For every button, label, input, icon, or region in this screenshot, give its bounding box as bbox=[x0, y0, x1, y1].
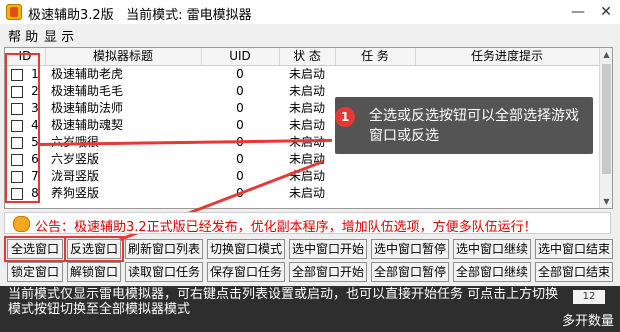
row-status: 未启动 bbox=[288, 186, 325, 200]
col-status[interactable]: 状 态 bbox=[279, 48, 336, 65]
row-uid: 0 bbox=[236, 67, 244, 81]
col-title[interactable]: 模拟器标题 bbox=[45, 48, 202, 65]
row-status: 未启动 bbox=[288, 84, 325, 98]
row-uid: 0 bbox=[236, 101, 244, 115]
resume-selected-button[interactable]: 选中窗口继续 bbox=[453, 239, 531, 259]
row-uid: 0 bbox=[236, 118, 244, 132]
menu-bar: 帮 助 显 示 bbox=[0, 24, 620, 45]
notice-text: 公告：极速辅助3.2正式版已经发布，优化副本程序，增加队伍选项，方便多队伍运行！ bbox=[35, 220, 537, 235]
status-bar: 当前模式仅显示雷电模拟器，可右键点击列表设置或启动，也可以直接开始任务 可点击上… bbox=[0, 286, 620, 332]
mode-value: 雷电模拟器 bbox=[186, 8, 252, 23]
menu-display[interactable]: 显 示 bbox=[44, 26, 74, 45]
scroll-thumb[interactable] bbox=[602, 64, 611, 174]
start-all-button[interactable]: 全部窗口开始 bbox=[289, 262, 367, 282]
close-icon[interactable]: ✕ bbox=[592, 0, 620, 24]
table-row[interactable]: 8 养狗竖版 0 未启动 bbox=[5, 185, 599, 202]
col-uid[interactable]: UID bbox=[201, 48, 280, 65]
stop-all-button[interactable]: 全部窗口结束 bbox=[535, 262, 613, 282]
checkbox-column-highlight bbox=[5, 53, 40, 203]
row-status: 未启动 bbox=[288, 118, 325, 132]
col-progress[interactable]: 任务进度提示 bbox=[415, 48, 599, 65]
load-tasks-button[interactable]: 读取窗口任务 bbox=[125, 262, 203, 282]
pause-selected-button[interactable]: 选中窗口暂停 bbox=[371, 239, 449, 259]
notice-bar: 公告：极速辅助3.2正式版已经发布，优化副本程序，增加队伍选项，方便多队伍运行！ bbox=[4, 212, 611, 235]
mode-label: 当前模式: bbox=[126, 8, 183, 23]
scroll-down-icon[interactable]: ▼ bbox=[600, 195, 612, 208]
row-title: 六岁竖版 bbox=[51, 152, 100, 166]
title-bar: 极速辅助3.2版 当前模式: 雷电模拟器 — ✕ bbox=[0, 0, 620, 25]
row-status: 未启动 bbox=[288, 101, 325, 115]
row-title: 极速辅助老虎 bbox=[51, 67, 124, 81]
app-title: 极速辅助3.2版 bbox=[28, 8, 114, 23]
pause-all-button[interactable]: 全部窗口暂停 bbox=[371, 262, 449, 282]
callout-text: 全选或反选按钮可以全部选择游戏窗口或反选 bbox=[369, 108, 579, 144]
start-selected-button[interactable]: 选中窗口开始 bbox=[289, 239, 367, 259]
save-tasks-button[interactable]: 保存窗口任务 bbox=[207, 262, 285, 282]
status-text: 当前模式仅显示雷电模拟器，可右键点击列表设置或启动，也可以直接开始任务 可点击上… bbox=[8, 287, 559, 317]
table-scrollbar[interactable]: ▲ ▼ bbox=[599, 48, 612, 208]
select-all-button[interactable]: 全选窗口 bbox=[4, 236, 66, 262]
table-row[interactable]: 1 极速辅助老虎 0 未启动 bbox=[5, 66, 599, 83]
row-uid: 0 bbox=[236, 152, 244, 166]
row-title: 养狗竖版 bbox=[51, 186, 100, 200]
instance-count-input[interactable]: 12 bbox=[573, 290, 605, 304]
refresh-window-list-button[interactable]: 刷新窗口列表 bbox=[125, 239, 203, 259]
window-title: 极速辅助3.2版 当前模式: 雷电模拟器 bbox=[28, 4, 252, 23]
minimize-icon[interactable]: — bbox=[564, 0, 592, 24]
tutorial-callout: 1 全选或反选按钮可以全部选择游戏窗口或反选 bbox=[335, 97, 593, 154]
stop-selected-button[interactable]: 选中窗口结束 bbox=[535, 239, 613, 259]
scroll-up-icon[interactable]: ▲ bbox=[600, 48, 612, 61]
row-status: 未启动 bbox=[288, 67, 325, 81]
lock-window-button[interactable]: 锁定窗口 bbox=[7, 262, 63, 282]
col-task[interactable]: 任 务 bbox=[335, 48, 416, 65]
invert-selection-button[interactable]: 反选窗口 bbox=[64, 236, 124, 262]
menu-help[interactable]: 帮 助 bbox=[8, 26, 38, 45]
row-title: 极速辅助法师 bbox=[51, 101, 124, 115]
speaker-icon bbox=[13, 216, 30, 232]
table-header: ID 模拟器标题 UID 状 态 任 务 任务进度提示 bbox=[5, 48, 599, 66]
step-badge: 1 bbox=[335, 107, 355, 127]
instance-count-label: 多开数量 bbox=[562, 314, 615, 329]
row-title: 极速辅助魂契 bbox=[51, 118, 124, 132]
app-icon bbox=[6, 4, 22, 20]
row-title: 泷哥竖版 bbox=[51, 169, 100, 183]
switch-window-mode-button[interactable]: 切换窗口模式 bbox=[207, 239, 285, 259]
row-title: 极速辅助毛毛 bbox=[51, 84, 124, 98]
resume-all-button[interactable]: 全部窗口继续 bbox=[453, 262, 531, 282]
unlock-window-button[interactable]: 解锁窗口 bbox=[67, 262, 121, 282]
row-uid: 0 bbox=[236, 84, 244, 98]
